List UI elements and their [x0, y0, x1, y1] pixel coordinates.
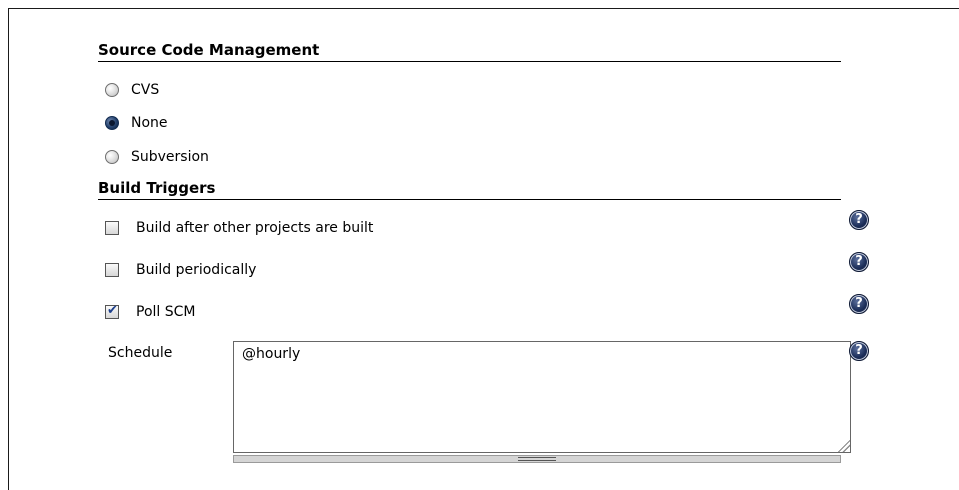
poll-scm-checkbox[interactable]: [105, 303, 119, 319]
cvs-radio[interactable]: [105, 83, 119, 97]
trigger-build-after-others[interactable]: Build after other projects are built: [105, 218, 373, 238]
help-icon[interactable]: ?: [849, 294, 869, 314]
build-triggers-title: Build Triggers: [98, 179, 841, 200]
help-icon[interactable]: ?: [849, 252, 869, 272]
resize-handle-icon[interactable]: [518, 457, 556, 461]
build-periodically-checkbox[interactable]: [105, 263, 119, 277]
build-after-checkbox[interactable]: [105, 221, 119, 235]
trigger-poll-scm[interactable]: Poll SCM: [105, 302, 195, 322]
build-after-label: Build after other projects are built: [136, 220, 374, 236]
schedule-label: Schedule: [108, 345, 173, 361]
textarea-resize-grip[interactable]: [838, 440, 850, 452]
cvs-label: CVS: [131, 82, 160, 98]
none-radio[interactable]: [105, 116, 119, 130]
schedule-textarea[interactable]: [233, 341, 851, 453]
scm-option-subversion[interactable]: Subversion: [105, 147, 209, 167]
help-icon[interactable]: ?: [849, 210, 869, 230]
scm-section-title: Source Code Management: [98, 41, 841, 62]
subversion-label: Subversion: [131, 149, 209, 165]
poll-scm-label: Poll SCM: [136, 304, 196, 320]
build-periodically-label: Build periodically: [136, 262, 257, 278]
help-icon[interactable]: ?: [849, 341, 869, 361]
none-label: None: [131, 115, 168, 131]
trigger-build-periodically[interactable]: Build periodically: [105, 260, 256, 280]
scm-option-none[interactable]: None: [105, 113, 168, 133]
scm-option-cvs[interactable]: CVS: [105, 80, 159, 100]
subversion-radio[interactable]: [105, 150, 119, 164]
textarea-resize-bar[interactable]: [233, 455, 841, 463]
